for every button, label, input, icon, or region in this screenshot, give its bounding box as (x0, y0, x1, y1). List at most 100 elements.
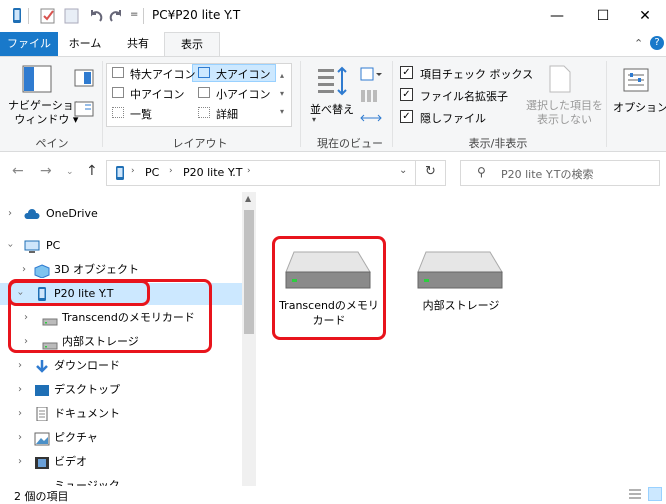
breadcrumb-item[interactable]: PC (145, 166, 159, 179)
redo-icon[interactable] (108, 8, 122, 24)
search-input[interactable]: P20 lite Y.Tの検索 (501, 166, 594, 182)
internal-storage-drive-icon[interactable] (416, 250, 503, 290)
list-icon (112, 107, 124, 118)
scroll-up-icon[interactable]: ▲ (245, 194, 251, 203)
medium-icons-icon (112, 87, 124, 98)
help-icon[interactable]: ? (650, 36, 664, 50)
group-by-icon[interactable] (360, 67, 382, 81)
nav-item-desktop[interactable]: デスクトップ (54, 379, 120, 401)
tab-share[interactable]: 共有 (112, 32, 164, 56)
nav-item-onedrive[interactable]: OneDrive (46, 203, 98, 225)
download-icon (34, 360, 50, 374)
forward-icon[interactable]: → (40, 163, 52, 179)
back-icon[interactable]: ← (12, 163, 24, 179)
quick-access-dropdown[interactable]: = (130, 9, 138, 20)
group-separator (606, 61, 607, 147)
options-button[interactable]: オプション (613, 99, 666, 115)
nav-scrollbar[interactable]: ▲ (242, 192, 256, 488)
nav-item-pc[interactable]: PC (46, 235, 60, 257)
tab-view[interactable]: 表示 (164, 32, 220, 57)
group-separator (102, 61, 103, 147)
onedrive-icon (24, 208, 40, 222)
tab-file[interactable]: ファイル (0, 32, 58, 56)
window-title: PC¥P20 lite Y.T (152, 8, 241, 22)
refresh-icon[interactable]: ↻ (425, 164, 436, 179)
nav-item-music-row: ミュージック (0, 477, 242, 486)
nav-item-documents[interactable]: ドキュメント (54, 403, 120, 425)
size-columns-icon[interactable] (360, 111, 382, 125)
sort-dropdown-icon: ▾ (312, 115, 317, 124)
close-button[interactable]: ✕ (622, 0, 666, 32)
maximize-button[interactable]: ☐ (580, 0, 626, 32)
large-icons-view-icon[interactable] (648, 487, 662, 501)
add-columns-icon[interactable] (360, 89, 382, 103)
collapse-chevron-icon[interactable]: › (5, 244, 16, 248)
annotation-highlight-memory-card (272, 236, 386, 340)
expand-chevron-icon[interactable]: › (18, 360, 22, 371)
expand-chevron-icon[interactable]: › (18, 432, 22, 443)
group-separator (300, 61, 301, 147)
properties-icon[interactable] (40, 8, 55, 24)
breadcrumb-separator: › (169, 166, 173, 176)
address-dropdown-icon[interactable]: ⌄ (399, 165, 407, 176)
up-icon[interactable]: ↑ (86, 163, 98, 179)
3d-objects-icon (34, 264, 50, 279)
tab-home[interactable]: ホーム (58, 32, 112, 56)
content-area: Transcendのメモリ カード 内部ストレージ (258, 192, 666, 486)
recent-locations-icon[interactable]: ⌄ (66, 167, 74, 177)
layout-details[interactable]: 詳細 (216, 106, 238, 122)
new-folder-icon[interactable] (64, 8, 79, 24)
hidden-items-checkbox[interactable]: ✓ (400, 110, 413, 123)
expand-chevron-icon[interactable]: › (22, 264, 26, 275)
show-hide-group-label: 表示/非表示 (468, 137, 528, 150)
pictures-icon (34, 432, 50, 446)
pane-group-label: ペイン (35, 137, 69, 150)
nav-item-3d-objects[interactable]: 3D オブジェクト (54, 259, 139, 281)
address-bar[interactable]: › PC › P20 lite Y.T › ⌄ ↻ (106, 160, 446, 186)
expand-chevron-icon[interactable]: › (18, 408, 22, 419)
extensions-checkbox[interactable]: ✓ (400, 88, 413, 101)
ribbon: ナビゲーション ウィンドウ ▾ ペイン 特大アイコン 大アイコン 中アイコン 小… (0, 56, 666, 152)
details-pane-icon[interactable] (74, 101, 94, 117)
current-view-group-label: 現在のビュー (317, 137, 383, 150)
breadcrumb-separator: › (131, 166, 135, 176)
search-box[interactable]: ⚲ P20 lite Y.Tの検索 (460, 160, 660, 186)
sort-by-button[interactable]: 並べ替え (310, 101, 354, 117)
group-separator (392, 61, 393, 147)
sort-by-icon[interactable] (316, 65, 348, 97)
layout-scroll-arrows[interactable]: ▴ ▾ ▾ (280, 67, 284, 121)
scroll-thumb[interactable] (244, 210, 254, 334)
layout-large-icons[interactable]: 大アイコン (216, 66, 270, 82)
status-bar: 2 個の項目 (0, 486, 666, 503)
nav-item-music[interactable]: ミュージック (54, 477, 120, 486)
annotation-highlight-device (8, 280, 150, 306)
extra-large-icons-icon (112, 67, 124, 78)
undo-icon[interactable] (88, 8, 103, 24)
layout-extra-large-icons[interactable]: 特大アイコン (130, 66, 195, 82)
preview-pane-icon[interactable] (74, 69, 94, 87)
item-checkbox-checkbox[interactable]: ✓ (400, 66, 413, 79)
navigation-pane-icon[interactable] (22, 65, 54, 95)
collapse-ribbon-icon[interactable]: ⌃ (634, 37, 643, 50)
videos-icon (34, 456, 50, 470)
desktop-icon (34, 384, 50, 398)
details-view-icon[interactable] (628, 488, 642, 500)
pc-icon (24, 240, 40, 254)
hide-selected-button[interactable]: 選択した項目を 表示しない (526, 99, 603, 127)
layout-small-icons[interactable]: 小アイコン (216, 86, 270, 102)
expand-chevron-icon[interactable]: › (8, 208, 12, 219)
hide-selected-icon (548, 65, 572, 93)
nav-item-pictures[interactable]: ピクチャ (54, 427, 98, 449)
phone-icon (115, 166, 125, 180)
expand-chevron-icon[interactable]: › (18, 384, 22, 395)
content-item-internal-storage[interactable]: 内部ストレージ (406, 298, 516, 313)
breadcrumb-item[interactable]: P20 lite Y.T (183, 166, 243, 179)
options-icon[interactable] (622, 67, 650, 93)
ribbon-tabs: ファイル ホーム 共有 表示 ⌃ ? (0, 32, 666, 57)
minimize-button[interactable]: — (534, 0, 580, 32)
nav-item-downloads[interactable]: ダウンロード (54, 355, 120, 377)
layout-medium-icons[interactable]: 中アイコン (130, 86, 184, 102)
layout-list[interactable]: 一覧 (130, 106, 152, 122)
expand-chevron-icon[interactable]: › (18, 456, 22, 467)
nav-item-videos[interactable]: ビデオ (54, 451, 87, 473)
